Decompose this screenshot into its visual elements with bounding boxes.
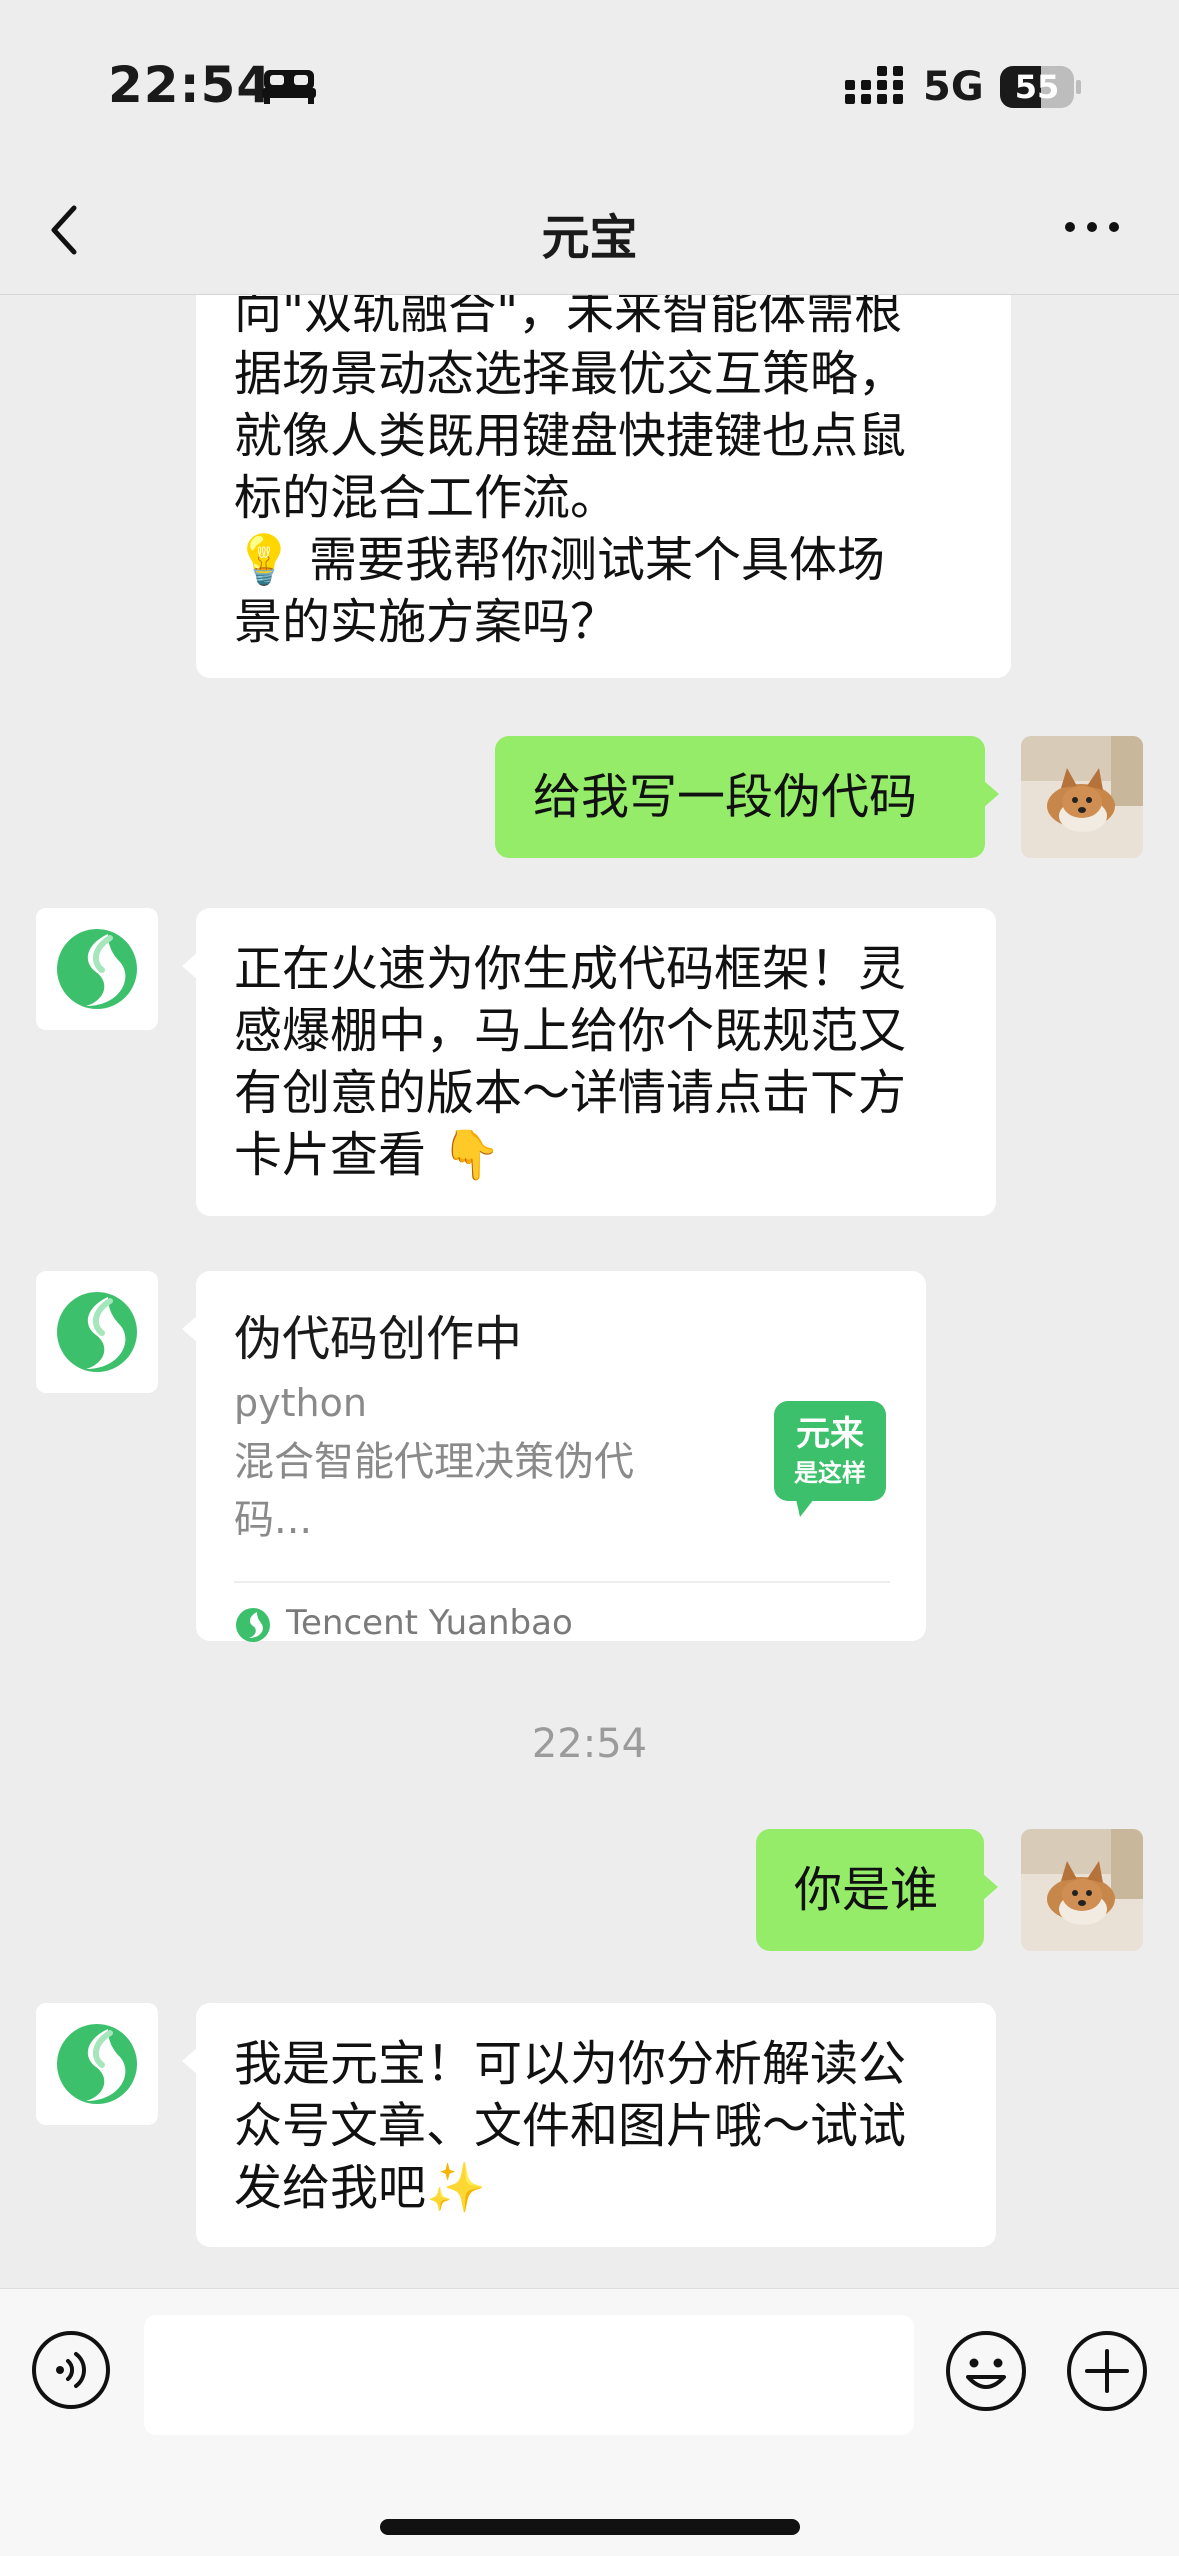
message-line: 正在火速为你生成代码框架！灵 — [234, 941, 907, 997]
message-text: 给我写一段伪代码 — [533, 769, 918, 825]
message-line: 就像人类既用键盘快捷键也点鼠 — [234, 408, 907, 464]
message-line: 我是元宝！可以为你分析解读公 — [234, 2036, 907, 2092]
status-time: 22:54 — [108, 56, 273, 114]
bot-message[interactable]: 向"双轨融合"，未来智能体需根 据场景动态选择最优交互策略， 就像人类既用键盘快… — [196, 295, 1011, 678]
message-line: 卡片查看 👇 — [234, 1127, 502, 1183]
message-line: 标的混合工作流。 — [234, 470, 619, 526]
card-desc-line: 混合智能代理决策伪代 — [234, 1439, 634, 1485]
message-line: 有创意的版本～详情请点击下方 — [234, 1065, 907, 1121]
sleep-bed-icon — [262, 70, 316, 104]
chat-area[interactable]: 向"双轨融合"，未来智能体需根 据场景动态选择最优交互策略， 就像人类既用键盘快… — [0, 295, 1179, 2288]
more-dots-icon[interactable] — [1062, 212, 1122, 242]
card-thumbnail: 元来 是这样 — [772, 1399, 888, 1519]
speech-bubble-logo-icon: 元来 是这样 — [774, 1401, 886, 1517]
thumb-text-1: 元来 — [796, 1414, 864, 1454]
card-source: Tencent Yuanbao — [286, 1603, 573, 1643]
timestamp: 22:54 — [531, 1721, 648, 1767]
my-message[interactable]: 给我写一段伪代码 — [495, 736, 999, 858]
message-text: 你是谁 — [794, 1862, 939, 1918]
corgi-photo-icon — [1021, 736, 1143, 858]
card-description: 混合智能代理决策伪代 码... — [234, 1433, 694, 1549]
battery-icon: 55 — [1000, 66, 1081, 108]
bot-message[interactable]: 我是元宝！可以为你分析解读公 众号文章、文件和图片哦～试试 发给我吧✨ — [182, 2003, 996, 2247]
bot-avatar[interactable] — [36, 2003, 158, 2125]
bot-avatar[interactable] — [36, 1271, 158, 1393]
message-line: 发给我吧✨ — [234, 2160, 486, 2216]
yuanbao-logo-icon — [57, 1292, 137, 1372]
network-label: 5G — [923, 64, 984, 110]
yuanbao-small-logo-icon — [236, 1608, 270, 1642]
plus-icon[interactable] — [1065, 2329, 1149, 2413]
corgi-photo-icon — [1021, 1829, 1143, 1951]
my-message[interactable]: 你是谁 — [756, 1829, 998, 1951]
user-avatar[interactable] — [1021, 736, 1143, 858]
message-line: 景的实施方案吗？ — [234, 594, 619, 650]
nav-bar: 元宝 — [0, 170, 1179, 295]
home-indicator[interactable] — [380, 2519, 800, 2535]
bot-message[interactable]: 正在火速为你生成代码框架！灵 感爆棚中，马上给你个既规范又 有创意的版本～详情请… — [182, 908, 996, 1216]
message-line: 向"双轨融合"，未来智能体需根 — [234, 295, 903, 340]
emoji-icon[interactable] — [944, 2329, 1028, 2413]
card-language: python — [234, 1381, 367, 1425]
yuanbao-logo-icon — [57, 929, 137, 1009]
battery-percent: 55 — [1014, 68, 1060, 106]
card-title: 伪代码创作中 — [234, 1311, 523, 1367]
voice-icon[interactable] — [30, 2329, 112, 2411]
card-desc-line: 码... — [234, 1497, 313, 1543]
thumb-text-2: 是这样 — [794, 1459, 866, 1487]
message-line: 💡 需要我帮你测试某个具体场 — [234, 532, 886, 588]
message-line: 感爆棚中，马上给你个既规范又 — [234, 1003, 907, 1059]
card-divider — [234, 1581, 890, 1583]
status-bar: 22:54 5G 55 — [0, 0, 1179, 170]
message-input[interactable] — [144, 2315, 914, 2435]
bot-avatar[interactable] — [36, 908, 158, 1030]
input-bar — [0, 2288, 1179, 2556]
code-card[interactable]: 伪代码创作中 python 混合智能代理决策伪代 码... 元来 是这样 Ten… — [182, 1271, 926, 1643]
chat-title: 元宝 — [541, 210, 638, 266]
yuanbao-logo-icon — [57, 2024, 137, 2104]
user-avatar[interactable] — [1021, 1829, 1143, 1951]
message-line: 据场景动态选择最优交互策略， — [234, 346, 907, 402]
message-line: 众号文章、文件和图片哦～试试 — [234, 2098, 907, 2154]
cellular-signal-icon — [845, 66, 903, 104]
